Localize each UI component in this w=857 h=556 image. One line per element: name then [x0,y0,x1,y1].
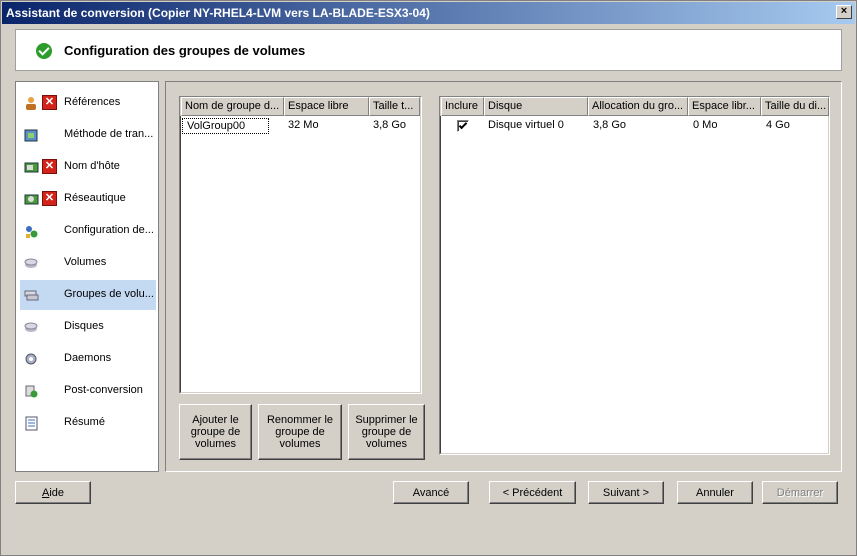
vg-size-cell: 3,8 Go [373,119,407,131]
vg-name-cell: VolGroup00 [182,118,269,134]
table-header: Inclure Disque Allocation du gro... Espa… [440,97,829,116]
column-header-include[interactable]: Inclure [441,97,484,116]
column-header-total-size[interactable]: Taille t... [369,97,420,116]
next-button[interactable]: Suivant > [588,481,664,504]
sidebar-item-summary[interactable]: Résumé [20,408,156,438]
page-title: Configuration des groupes de volumes [64,43,306,58]
sidebar-item-label: Résumé [64,416,105,428]
table-header: Nom de groupe d... Espace libre Taille t… [180,97,421,116]
close-icon[interactable]: × [836,5,852,19]
column-header-free-space[interactable]: Espace libre [284,97,369,116]
configuration-icon [26,226,38,238]
next-button-label: Suivant > [602,486,650,499]
sidebar-item-disks[interactable]: Disques [20,312,156,342]
summary-icon [25,416,38,431]
sidebar-item-label: Daemons [64,352,112,364]
sidebar-item-host-name[interactable]: ✕ Nom d'hôte [20,152,156,182]
disk-size-cell: 4 Go [766,119,790,131]
disks-table[interactable]: Inclure Disque Allocation du gro... Espa… [439,96,830,455]
error-icon: ✕ [42,159,57,174]
host-name-icon [24,162,39,173]
green-check-icon [36,43,52,59]
rename-volume-group-label: Renommer le groupe de volumes [266,414,334,450]
column-header-allocation[interactable]: Allocation du gro... [588,97,688,116]
references-icon [26,97,36,110]
help-button[interactable]: Aide [15,481,91,504]
sidebar-item-post-conversion[interactable]: Post-conversion [20,376,156,406]
sidebar-item-volume-groups[interactable]: Groupes de volu... [20,280,156,310]
column-header-disk-size[interactable]: Taille du di... [761,97,829,116]
previous-button[interactable]: < Précédent [489,481,576,504]
sidebar-item-label: Références [64,96,121,108]
sidebar-item-label: Volumes [64,256,107,268]
post-conversion-icon [25,385,38,398]
disk-name-cell: Disque virtuel 0 [488,119,564,131]
column-header-disk[interactable]: Disque [484,97,588,116]
vg-free-cell: 32 Mo [288,119,319,131]
sidebar-item-label: Disques [64,320,104,332]
network-icon [24,194,39,205]
sidebar-item-label: Configuration de... [64,224,154,236]
sidebar-item-transfer-method[interactable]: Méthode de tran... [20,120,156,150]
add-volume-group-label: Ajouter le groupe de volumes [190,414,241,450]
sidebar-item-references[interactable]: ✕ Références [20,88,156,118]
content-panel: Nom de groupe d... Espace libre Taille t… [165,81,842,472]
volumes-icon [24,258,38,268]
disk-free-cell: 0 Mo [693,119,718,131]
disks-icon [24,322,38,332]
help-button-label: Aide [41,486,65,499]
volume-groups-table[interactable]: Nom de groupe d... Espace libre Taille t… [179,96,422,394]
sidebar-item-network[interactable]: ✕ Réseautique [20,184,156,214]
sidebar-item-label: Nom d'hôte [64,160,120,172]
error-icon: ✕ [42,191,57,206]
sidebar-item-label: Méthode de tran... [64,128,154,140]
sidebar-item-volumes[interactable]: Volumes [20,248,156,278]
advanced-button-label: Avancé [412,486,450,499]
include-disk-checkbox[interactable] [457,120,469,132]
start-button-label: Démarrer [776,486,824,499]
daemons-icon [25,353,37,365]
delete-volume-group-button[interactable]: Supprimer le groupe de volumes [348,404,425,460]
window-title: Assistant de conversion (Copier NY-RHEL4… [6,6,430,20]
error-icon: ✕ [42,95,57,110]
column-header-vg-name[interactable]: Nom de groupe d... [181,97,284,116]
start-button[interactable]: Démarrer [762,481,838,504]
cancel-button[interactable]: Annuler [677,481,753,504]
column-header-free-space[interactable]: Espace libr... [688,97,761,116]
volume-groups-icon [24,290,39,301]
window-titlebar[interactable]: Assistant de conversion (Copier NY-RHEL4… [2,2,855,24]
sidebar-item-configuration[interactable]: Configuration de... [20,216,156,246]
add-volume-group-button[interactable]: Ajouter le groupe de volumes [179,404,252,460]
wizard-steps-sidebar: ✕ Références Méthode de tran... ✕ Nom d'… [15,81,159,472]
advanced-button[interactable]: Avancé [393,481,469,504]
conversion-wizard-window: Assistant de conversion (Copier NY-RHEL4… [0,0,857,556]
sidebar-item-label: Réseautique [64,192,126,204]
previous-button-label: < Précédent [502,486,563,499]
page-header: Configuration des groupes de volumes [15,29,842,71]
disk-allocation-cell: 3,8 Go [593,119,627,131]
checkmark-icon [458,120,468,130]
sidebar-item-label: Post-conversion [64,384,143,396]
sidebar-item-label: Groupes de volu... [64,288,154,300]
cancel-button-label: Annuler [696,486,734,499]
delete-volume-group-label: Supprimer le groupe de volumes [355,414,418,450]
sidebar-item-daemons[interactable]: Daemons [20,344,156,374]
transfer-method-icon [24,129,38,142]
rename-volume-group-button[interactable]: Renommer le groupe de volumes [258,404,342,460]
